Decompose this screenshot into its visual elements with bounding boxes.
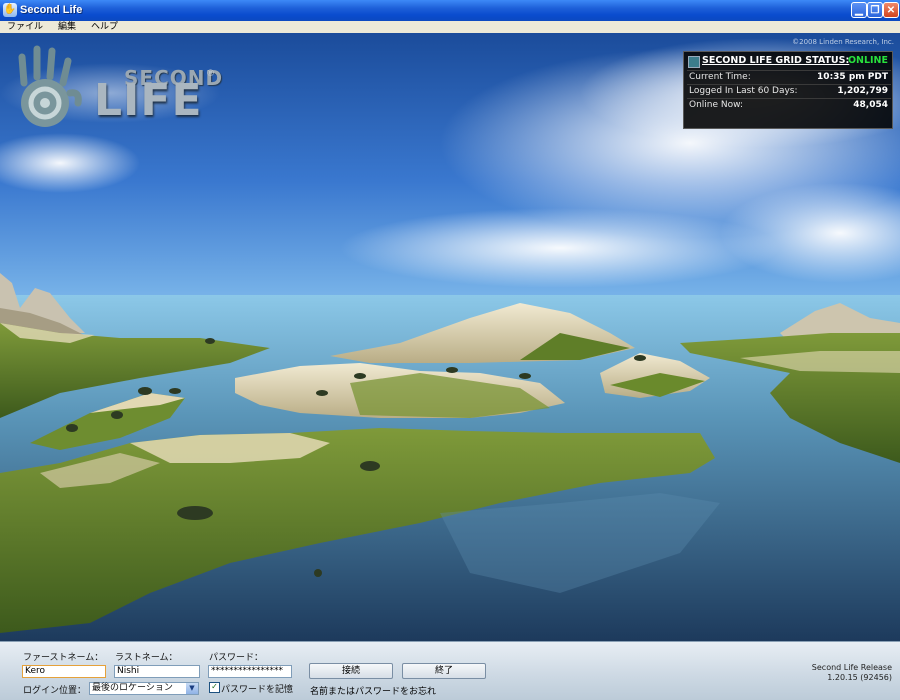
hand-logo-icon	[18, 45, 82, 127]
quit-button[interactable]: 終了	[402, 663, 486, 679]
second-life-hand-icon: ✋	[3, 3, 17, 17]
password-label: パスワード：	[209, 653, 264, 663]
menu-bar: ファイル 編集 ヘルプ	[0, 21, 900, 33]
grid-status-row: Logged In Last 60 Days: 1,202,799	[687, 84, 891, 98]
grid-status-row: Current Time: 10:35 pm PDT	[687, 70, 891, 84]
grid-status-row: Online Now: 48,054	[687, 98, 891, 112]
menu-file[interactable]: ファイル	[7, 21, 43, 33]
grid-status-title-link[interactable]: SECOND LIFE GRID STATUS:	[702, 55, 849, 66]
remember-password-checkbox[interactable]: ✓	[209, 682, 220, 693]
menu-help[interactable]: ヘルプ	[91, 21, 118, 33]
remember-password-label: パスワードを記憶	[221, 685, 294, 695]
grid-status-icon	[688, 56, 700, 68]
restore-icon: ❐	[870, 5, 880, 16]
grid-status-panel: SECOND LIFE GRID STATUS: ONLINE Current …	[683, 51, 893, 129]
last-name-label: ラストネーム：	[115, 653, 178, 663]
copyright-text: ©2008 Linden Research, Inc.	[792, 38, 894, 46]
password-field[interactable]: ****************	[208, 665, 292, 678]
login-location-select[interactable]: 最後のロケーション ▼	[89, 682, 199, 695]
row-label: Current Time:	[689, 72, 751, 82]
menu-edit[interactable]: 編集	[58, 21, 76, 33]
logo-registered-mark: ®	[206, 69, 215, 79]
world-viewport: SECOND ® LIFE ©2008 Linden Research, Inc…	[0, 33, 900, 641]
grid-status-value: ONLINE	[847, 55, 888, 66]
close-button[interactable]: ✕	[883, 2, 899, 18]
login-location-value: 最後のロケーション	[92, 683, 173, 693]
second-life-logo: SECOND ® LIFE	[12, 43, 222, 133]
row-value: 10:35 pm PDT	[817, 72, 888, 82]
close-icon: ✕	[886, 5, 896, 16]
row-value: 1,202,799	[837, 86, 888, 96]
connect-button[interactable]: 接続	[309, 663, 393, 679]
grid-status-header: SECOND LIFE GRID STATUS: ONLINE	[688, 55, 890, 69]
last-name-field[interactable]: Nishi	[114, 665, 200, 678]
release-name: Second Life Release	[811, 663, 892, 672]
logo-life-text: LIFE	[94, 75, 203, 126]
login-location-label: ログイン位置：	[23, 686, 87, 696]
minimize-icon: ▁	[855, 5, 863, 16]
window-title: Second Life	[20, 4, 83, 16]
row-value: 48,054	[853, 100, 888, 110]
forgot-password-link[interactable]: 名前またはパスワードをお忘れ	[310, 684, 436, 697]
title-bar: ✋ Second Life ▁ ❐ ✕	[0, 0, 900, 21]
minimize-button[interactable]: ▁	[851, 2, 867, 18]
login-panel: ファーストネーム： ラストネーム： パスワード： Kero Nishi ****…	[0, 641, 900, 700]
release-info: Second Life Release 1.20.15 (92456)	[812, 663, 892, 683]
release-version: 1.20.15 (92456)	[827, 673, 892, 682]
row-label: Logged In Last 60 Days:	[689, 86, 798, 96]
row-label: Online Now:	[689, 100, 744, 110]
first-name-label: ファーストネーム：	[23, 653, 104, 663]
restore-button[interactable]: ❐	[867, 2, 883, 18]
chevron-down-icon[interactable]: ▼	[186, 683, 198, 694]
first-name-field[interactable]: Kero	[22, 665, 106, 678]
